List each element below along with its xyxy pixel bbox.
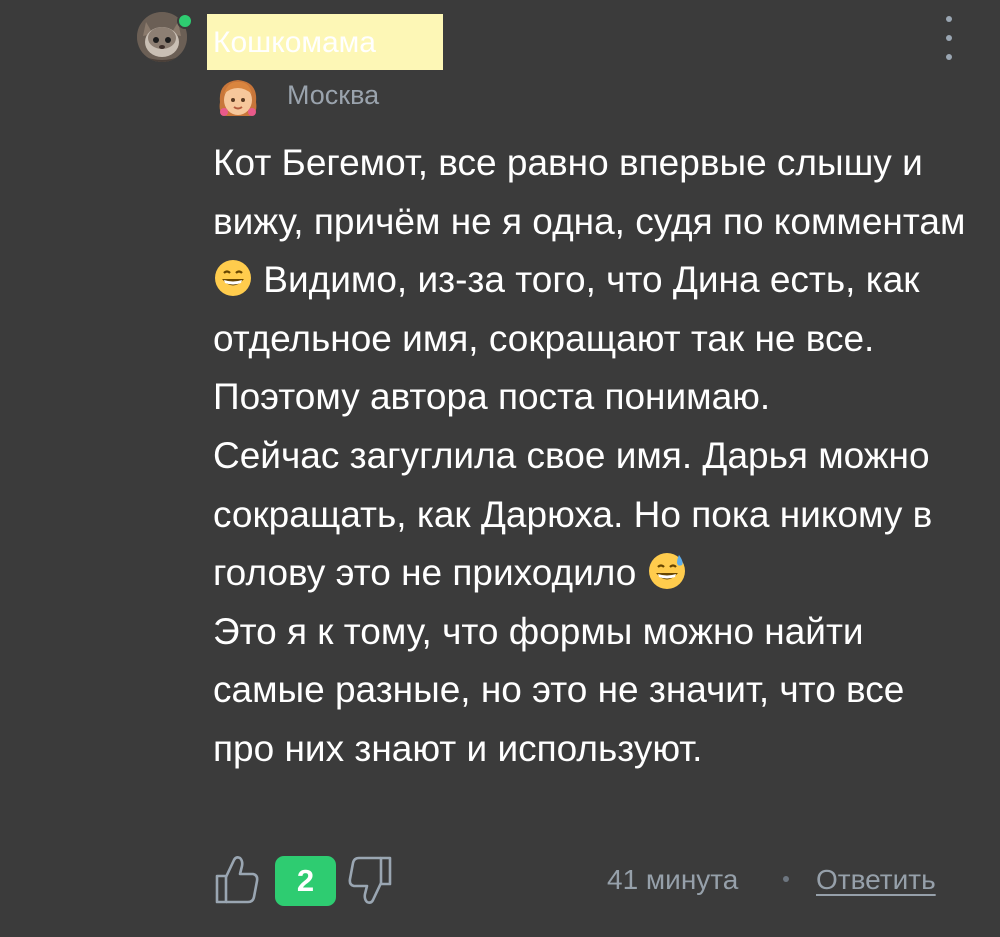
comment-paragraph: Кот Бегемот, все равно впервые слышу и в… [213, 134, 973, 427]
paragraph-text: Сейчас загуглила свое имя. Дарья можно с… [213, 434, 933, 594]
thumb-down-icon[interactable] [346, 854, 394, 906]
more-vertical-icon[interactable] [936, 16, 962, 60]
thumb-up-icon[interactable] [213, 854, 261, 906]
grinning-sweat-emoji-icon [648, 553, 685, 590]
online-status-indicator [177, 13, 193, 29]
author-location: Москва [287, 80, 380, 110]
author-name[interactable]: Кошкомама [207, 14, 443, 70]
reply-link[interactable]: Ответить [816, 862, 936, 898]
comment-paragraph: Сейчас загуглила свое имя. Дарья можно с… [213, 427, 973, 603]
paragraph-text: Кот Бегемот, все равно впервые слышу и в… [213, 142, 966, 242]
paragraph-text: Это я к тому, что формы можно найти самы… [213, 610, 905, 769]
comment-paragraph: Это я к тому, что формы можно найти самы… [213, 603, 973, 779]
paragraph-text: Видимо, из-за того, что Дина есть, как о… [213, 259, 920, 418]
comment-timestamp: 41 минута [607, 864, 739, 895]
separator-dot [783, 876, 789, 882]
girl-emoji-icon [219, 80, 257, 116]
comment-text: Кот Бегемот, все равно впервые слышу и в… [213, 134, 973, 779]
grinning-face-emoji-icon [215, 260, 251, 297]
rating-badge: 2 [275, 856, 336, 906]
